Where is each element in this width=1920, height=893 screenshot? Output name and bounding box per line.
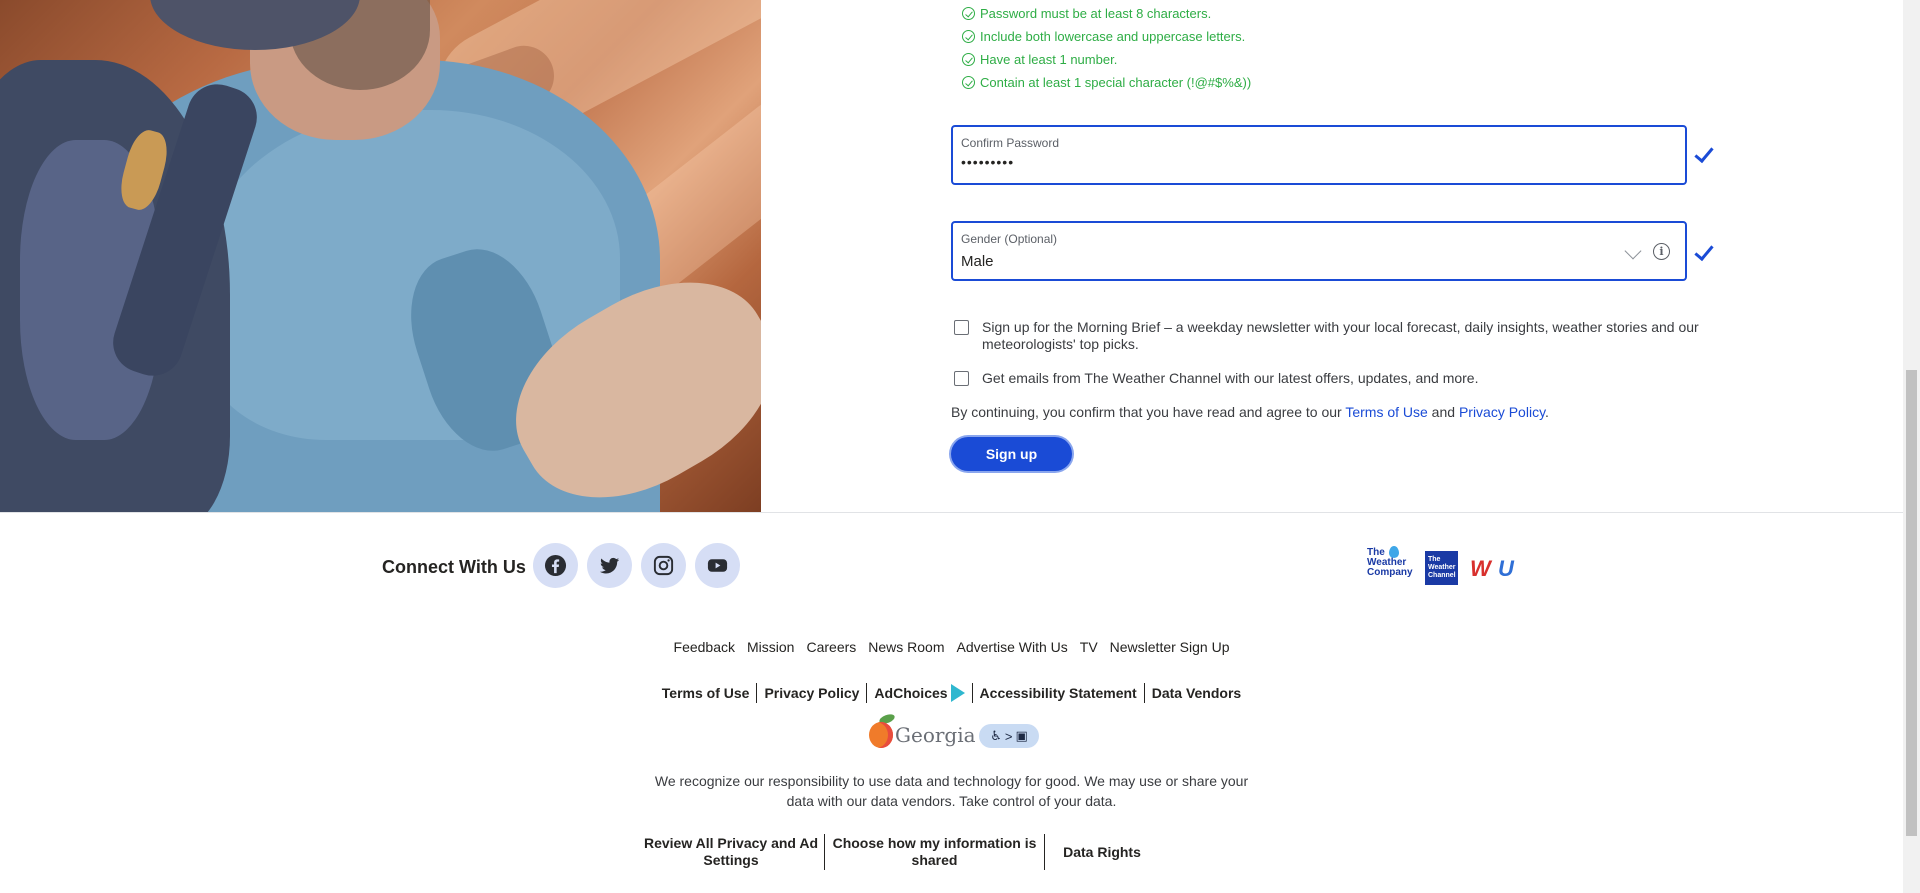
- footer-link-adchoices[interactable]: AdChoices: [874, 684, 965, 702]
- footer-link-mission[interactable]: Mission: [747, 639, 794, 655]
- footer-link-terms[interactable]: Terms of Use: [662, 685, 750, 701]
- review-privacy-settings-link[interactable]: Review All Privacy and Ad Settings: [638, 834, 824, 870]
- raindrop-icon: [1389, 546, 1399, 558]
- georgia-logo[interactable]: Georgia: [867, 712, 976, 753]
- chevron-down-icon[interactable]: [1624, 242, 1642, 260]
- adchoices-icon: [950, 684, 965, 702]
- footer-link-data-vendors[interactable]: Data Vendors: [1152, 685, 1241, 701]
- divider: [756, 683, 758, 703]
- instagram-icon[interactable]: [641, 543, 686, 588]
- morning-brief-option[interactable]: Sign up for the Morning Brief – a weekda…: [954, 319, 1699, 353]
- privacy-link[interactable]: Privacy Policy: [1459, 404, 1545, 420]
- facebook-icon[interactable]: [533, 543, 578, 588]
- divider: [866, 683, 868, 703]
- data-rights-link[interactable]: Data Rights: [1045, 834, 1159, 870]
- morning-brief-checkbox[interactable]: [954, 320, 969, 335]
- device-icon: ▣: [1015, 728, 1028, 743]
- emails-checkbox[interactable]: [954, 371, 969, 386]
- check-circle-icon: [962, 53, 975, 66]
- password-rule: Password must be at least 8 characters.: [962, 2, 1251, 25]
- terms-link[interactable]: Terms of Use: [1345, 404, 1427, 420]
- weather-underground-logo[interactable]: W U: [1468, 549, 1522, 587]
- footer-link-privacy[interactable]: Privacy Policy: [764, 685, 859, 701]
- accessibility-badge[interactable]: ♿ > ▣: [979, 724, 1039, 748]
- twitter-icon[interactable]: [587, 543, 632, 588]
- password-rule: Have at least 1 number.: [962, 48, 1251, 71]
- footer-link-accessibility[interactable]: Accessibility Statement: [980, 685, 1137, 701]
- password-rules: Password must be at least 8 characters. …: [962, 2, 1251, 94]
- footer-links-legal: Terms of Use Privacy Policy AdChoices Ac…: [0, 683, 1903, 703]
- confirm-password-field[interactable]: Confirm Password •••••••••: [951, 125, 1687, 185]
- emails-label: Get emails from The Weather Channel with…: [982, 370, 1479, 386]
- footer-link-careers[interactable]: Careers: [806, 639, 856, 655]
- peach-icon: [869, 722, 893, 748]
- checkmark-icon: [1694, 145, 1712, 163]
- password-rule: Contain at least 1 special character (!@…: [962, 71, 1251, 94]
- password-rule: Include both lowercase and uppercase let…: [962, 25, 1251, 48]
- morning-brief-label: Sign up for the Morning Brief – a weekda…: [982, 319, 1699, 352]
- weather-company-logo[interactable]: The Weather Company: [1367, 546, 1415, 586]
- gender-label: Gender (Optional): [961, 232, 1058, 246]
- gender-select[interactable]: Gender (Optional) Male i: [951, 221, 1687, 281]
- check-circle-icon: [962, 7, 975, 20]
- wheelchair-icon: ♿: [990, 728, 1002, 743]
- footer-link-tv[interactable]: TV: [1080, 639, 1098, 655]
- checkmark-icon: [1694, 243, 1712, 261]
- scrollbar-thumb[interactable]: [1906, 370, 1917, 836]
- footer-link-news-room[interactable]: News Room: [868, 639, 944, 655]
- footer-link-feedback[interactable]: Feedback: [674, 639, 735, 655]
- gender-value: Male: [961, 253, 994, 270]
- hero-image: [0, 0, 761, 512]
- connect-heading: Connect With Us: [382, 557, 526, 577]
- check-circle-icon: [962, 76, 975, 89]
- footer-link-advertise[interactable]: Advertise With Us: [957, 639, 1068, 655]
- privacy-statement: We recognize our responsibility to use d…: [654, 773, 1249, 809]
- sign-up-button[interactable]: Sign up: [951, 437, 1072, 471]
- check-circle-icon: [962, 30, 975, 43]
- consent-text: By continuing, you confirm that you have…: [951, 404, 1549, 420]
- divider: [971, 683, 973, 703]
- divider: [1143, 683, 1145, 703]
- youtube-icon[interactable]: [695, 543, 740, 588]
- emails-option[interactable]: Get emails from The Weather Channel with…: [954, 370, 1478, 387]
- choose-info-shared-link[interactable]: Choose how my information is shared: [825, 834, 1044, 870]
- privacy-links: Review All Privacy and Ad Settings Choos…: [638, 834, 1159, 870]
- divider: [0, 512, 1903, 513]
- confirm-password-value[interactable]: •••••••••: [961, 154, 1014, 170]
- info-icon[interactable]: i: [1653, 243, 1670, 260]
- confirm-password-label: Confirm Password: [961, 136, 1060, 150]
- footer-link-newsletter[interactable]: Newsletter Sign Up: [1110, 639, 1230, 655]
- weather-channel-logo[interactable]: The Weather Channel: [1425, 551, 1458, 585]
- footer-links-primary: Feedback Mission Careers News Room Adver…: [0, 639, 1903, 655]
